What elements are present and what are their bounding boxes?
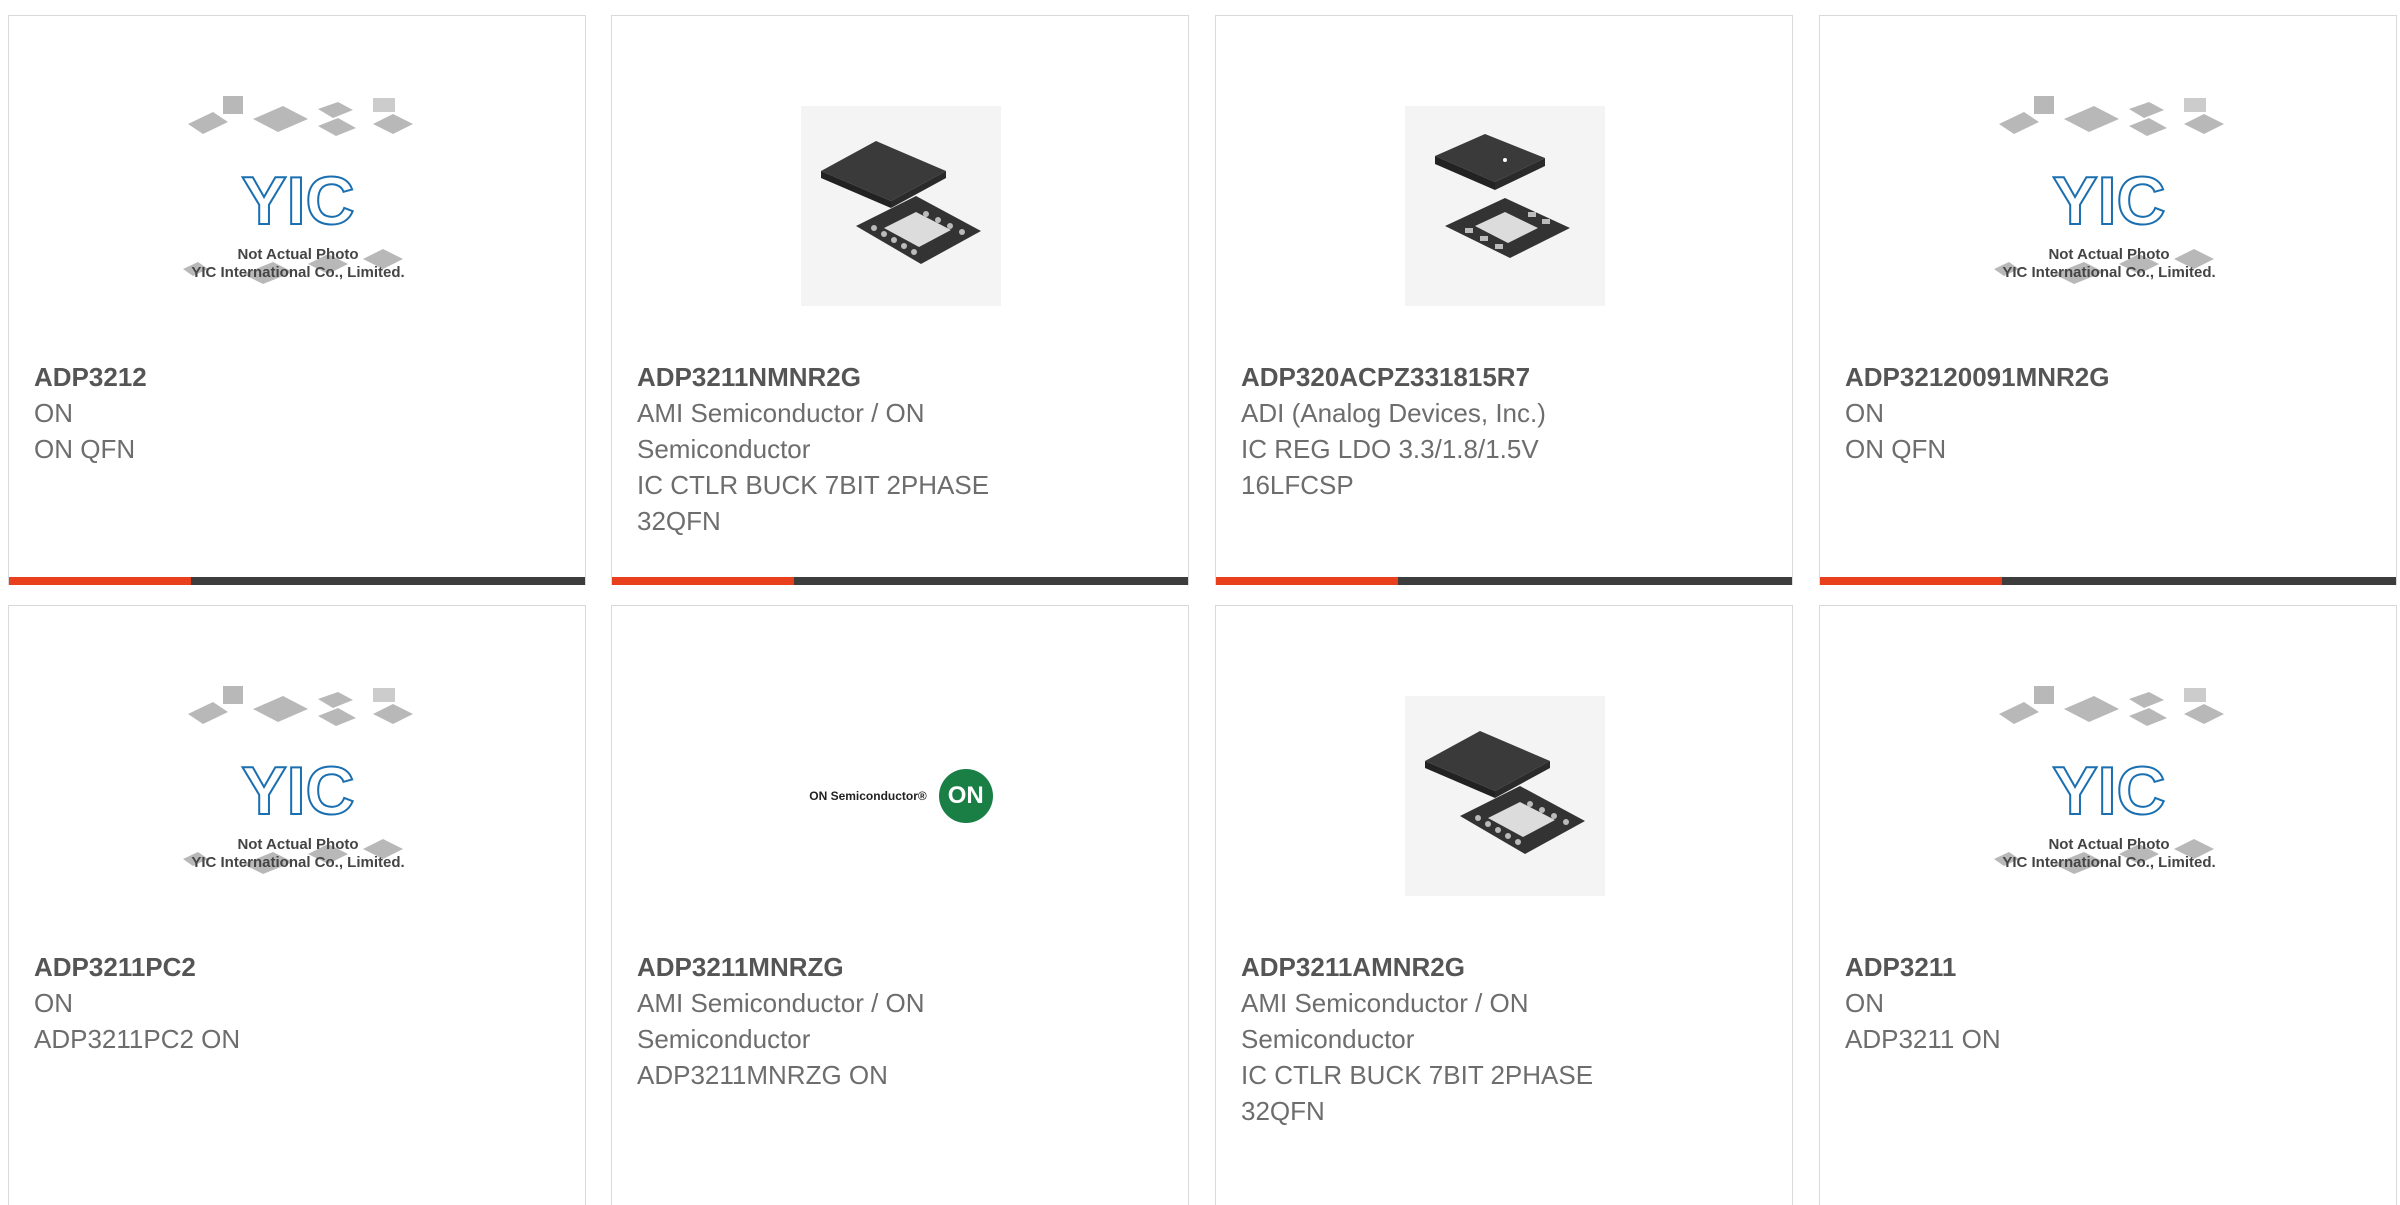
product-card[interactable]: YIC Not Actual Photo YIC International C… bbox=[8, 15, 586, 585]
product-image-placeholder[interactable]: YIC Not Actual Photo YIC International C… bbox=[1979, 676, 2239, 916]
description: ON QFN bbox=[34, 434, 136, 464]
product-image-placeholder[interactable]: YIC Not Actual Photo YIC International C… bbox=[168, 676, 428, 916]
part-number[interactable]: ADP320ACPZ331815R7 bbox=[1241, 359, 1752, 395]
part-number[interactable]: ADP3211PC2 bbox=[34, 949, 545, 985]
card-bottom-bar bbox=[1216, 577, 1792, 585]
part-number[interactable]: ADP3211NMNR2G bbox=[637, 359, 1148, 395]
manufacturer: ON bbox=[34, 988, 73, 1018]
description: IC CTLR BUCK 7BIT 2PHASE bbox=[637, 470, 990, 500]
manufacturer: ON bbox=[1845, 988, 1884, 1018]
yic-logo: YIC bbox=[168, 162, 428, 241]
manufacturer: ADI (Analog Devices, Inc.) bbox=[1241, 398, 1546, 428]
product-image-placeholder[interactable]: YIC Not Actual Photo YIC International C… bbox=[168, 86, 428, 326]
manufacturer-cont: Semiconductor bbox=[1241, 1024, 1415, 1054]
qfn-chip-icon bbox=[1425, 731, 1585, 854]
card-bottom-bar bbox=[9, 577, 585, 585]
placeholder-caption-2: YIC International Co., Limited. bbox=[191, 854, 405, 871]
description: ADP3211PC2 ON bbox=[34, 1024, 241, 1054]
product-card[interactable]: YIC Not Actual Photo YIC International C… bbox=[8, 605, 586, 1205]
placeholder-caption-1: Not Actual Photo bbox=[237, 246, 359, 263]
svg-text:YIC: YIC bbox=[2052, 166, 2165, 236]
product-card[interactable]: ADP320ACPZ331815R7 ADI (Analog Devices, … bbox=[1215, 15, 1793, 585]
manufacturer: AMI Semiconductor / ON bbox=[1241, 988, 1529, 1018]
part-number[interactable]: ADP3212 bbox=[34, 359, 545, 395]
product-image-lfcsp[interactable] bbox=[1375, 86, 1635, 326]
description: ON QFN bbox=[1845, 434, 1947, 464]
product-card[interactable]: YIC Not Actual Photo YIC International C… bbox=[1819, 15, 2397, 585]
placeholder-caption-1: Not Actual Photo bbox=[237, 836, 359, 853]
card-bottom-bar bbox=[1820, 577, 2396, 585]
description-cont: 16LFCSP bbox=[1241, 470, 1354, 500]
placeholder-caption-2: YIC International Co., Limited. bbox=[2002, 264, 2216, 281]
part-number[interactable]: ADP32120091MNR2G bbox=[1845, 359, 2356, 395]
part-number[interactable]: ADP3211AMNR2G bbox=[1241, 949, 1752, 985]
placeholder-caption-2: YIC International Co., Limited. bbox=[191, 264, 405, 281]
manufacturer: AMI Semiconductor / ON bbox=[637, 988, 925, 1018]
description: ADP3211 ON bbox=[1845, 1024, 2001, 1054]
svg-text:YIC: YIC bbox=[241, 756, 354, 826]
yic-logo: YIC bbox=[1979, 752, 2239, 831]
product-card[interactable]: ADP3211NMNR2G AMI Semiconductor / ON Sem… bbox=[611, 15, 1189, 585]
svg-text:YIC: YIC bbox=[2052, 756, 2165, 826]
on-semiconductor-logo: ON Semiconductor® ON bbox=[809, 769, 993, 823]
manufacturer-cont: Semiconductor bbox=[637, 1024, 811, 1054]
placeholder-caption-1: Not Actual Photo bbox=[2048, 246, 2170, 263]
svg-text:YIC: YIC bbox=[241, 166, 354, 236]
product-card[interactable]: ON Semiconductor® ON ADP3211MNRZG AMI Se… bbox=[611, 605, 1189, 1205]
description: IC REG LDO 3.3/1.8/1.5V bbox=[1241, 434, 1539, 464]
product-image-on-logo[interactable]: ON Semiconductor® ON bbox=[771, 676, 1031, 916]
product-card[interactable]: YIC Not Actual Photo YIC International C… bbox=[1819, 605, 2397, 1205]
product-image-qfn[interactable] bbox=[1375, 676, 1635, 916]
qfn-chip-icon bbox=[821, 141, 981, 264]
lfcsp-chip-icon bbox=[1435, 134, 1570, 258]
yic-logo: YIC bbox=[168, 752, 428, 831]
placeholder-caption-1: Not Actual Photo bbox=[2048, 836, 2170, 853]
manufacturer-cont: Semiconductor bbox=[637, 434, 811, 464]
product-image-qfn[interactable] bbox=[771, 86, 1031, 326]
placeholder-caption-2: YIC International Co., Limited. bbox=[2002, 854, 2216, 871]
manufacturer: ON bbox=[1845, 398, 1884, 428]
description: ADP3211MNRZG ON bbox=[637, 1060, 888, 1090]
product-card[interactable]: ADP3211AMNR2G AMI Semiconductor / ON Sem… bbox=[1215, 605, 1793, 1205]
product-image-placeholder[interactable]: YIC Not Actual Photo YIC International C… bbox=[1979, 86, 2239, 326]
part-number[interactable]: ADP3211MNRZG bbox=[637, 949, 1148, 985]
manufacturer: AMI Semiconductor / ON bbox=[637, 398, 925, 428]
manufacturer: ON bbox=[34, 398, 73, 428]
part-number[interactable]: ADP3211 bbox=[1845, 949, 2356, 985]
card-bottom-bar bbox=[612, 577, 1188, 585]
description: IC CTLR BUCK 7BIT 2PHASE bbox=[1241, 1060, 1594, 1090]
description-cont: 32QFN bbox=[1241, 1096, 1325, 1126]
description-cont: 32QFN bbox=[637, 506, 721, 536]
yic-logo: YIC bbox=[1979, 162, 2239, 241]
